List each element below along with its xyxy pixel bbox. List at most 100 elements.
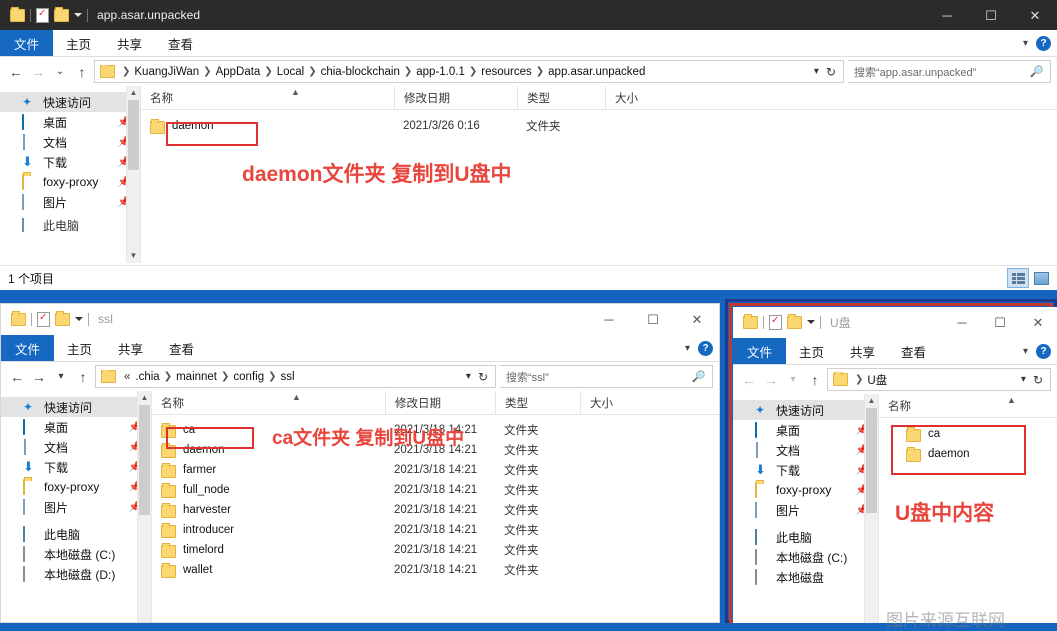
column-header-name[interactable]: 名称 ▲ (141, 86, 394, 109)
tab-view[interactable]: 查看 (155, 30, 206, 56)
sidebar-item-desktop[interactable]: 桌面 📌 (0, 112, 140, 132)
properties-icon[interactable] (769, 314, 782, 330)
sidebar-item-downloads[interactable]: ⬇ 下载 📌 (1, 457, 151, 477)
address-bar[interactable]: ❯ U盘 ▾ ↻ (827, 368, 1051, 391)
tab-view[interactable]: 查看 (156, 335, 207, 361)
file-name-cell[interactable]: ca (897, 426, 1057, 442)
ribbon-tabs[interactable]: 文件 主页 共享 查看 ▾ ? (1, 335, 719, 362)
refresh-icon[interactable]: ↻ (1033, 373, 1043, 387)
sidebar-item-quick-access[interactable]: ✦ 快速访问 (0, 92, 140, 112)
sidebar-item-foxy-proxy[interactable]: foxy-proxy 📌 (1, 477, 151, 497)
search-icon[interactable]: 🔍 (1030, 65, 1044, 78)
breadcrumb-item-4[interactable]: app-1.0.1 (416, 66, 465, 78)
close-button[interactable]: ✕ (1013, 0, 1057, 30)
chevron-down-icon[interactable]: ▾ (1021, 374, 1026, 385)
quick-access-toolbar[interactable] (733, 313, 821, 330)
tab-home[interactable]: 主页 (54, 335, 105, 361)
maximize-button[interactable]: ☐ (631, 304, 675, 334)
tab-file[interactable]: 文件 (1, 335, 55, 361)
file-name-cell[interactable]: introducer (152, 522, 385, 538)
breadcrumb-item-0[interactable]: KuangJiWan (134, 66, 199, 78)
breadcrumb[interactable]: « .chia ❯ mainnet ❯ config ❯ ssl (101, 370, 461, 383)
file-name-cell[interactable]: daemon (897, 446, 1057, 462)
ribbon-tabs[interactable]: 文件 主页 共享 查看 ▾ ? (733, 338, 1057, 365)
back-button[interactable]: ← (7, 370, 27, 384)
explorer-window-udisk[interactable]: U盘 ─ ☐ ✕ 文件 主页 共享 查看 ▾ ? ← → ▾ ↑ ❯ U盘 ▾ (733, 307, 1057, 623)
address-bar[interactable]: ❯ KuangJiWan ❯ AppData ❯ Local ❯ chia-bl… (94, 60, 844, 83)
ribbon-tabs[interactable]: 文件 主页 共享 查看 ▾ ? (0, 30, 1057, 57)
breadcrumb-overflow[interactable]: « (120, 371, 134, 383)
help-icon[interactable]: ? (698, 340, 713, 356)
window-controls[interactable]: ─ ☐ ✕ (587, 304, 719, 334)
recent-locations-button[interactable]: ⌄ (50, 66, 70, 77)
up-button[interactable]: ↑ (805, 373, 825, 387)
recent-locations-button[interactable]: ▾ (783, 374, 803, 385)
tab-view[interactable]: 查看 (888, 338, 939, 364)
navigation-pane[interactable]: ✦ 快速访问 桌面 📌 文档 📌 ⬇ 下载 📌 foxy-proxy 📌 图片 … (733, 394, 878, 623)
sidebar-item-documents[interactable]: 文档 📌 (1, 437, 151, 457)
tab-share[interactable]: 共享 (105, 335, 156, 361)
breadcrumb-item-2[interactable]: Local (277, 66, 305, 78)
refresh-icon[interactable]: ↻ (826, 65, 836, 79)
scrollbar-thumb[interactable] (128, 100, 139, 170)
recent-locations-button[interactable]: ▾ (51, 371, 71, 382)
chevron-down-icon[interactable] (75, 317, 83, 321)
sidebar-item-desktop[interactable]: 桌面 📌 (1, 417, 151, 437)
tab-home[interactable]: 主页 (53, 30, 104, 56)
column-header-size[interactable]: 大小 (580, 391, 650, 414)
chevron-down-icon[interactable]: ▾ (685, 343, 690, 354)
table-row[interactable]: introducer 2021/3/18 14:21 文件夹 (152, 520, 719, 540)
folder-icon[interactable] (743, 313, 758, 329)
scrollbar-thumb[interactable] (866, 408, 877, 513)
table-row[interactable]: daemon 2021/3/26 0:16 文件夹 (141, 116, 1057, 136)
column-headers[interactable]: 名称 ▲ (879, 394, 1057, 418)
scroll-up-icon[interactable]: ▲ (865, 394, 878, 408)
scroll-down-icon[interactable]: ▼ (127, 249, 140, 263)
explorer-window-app-asar-unpacked[interactable]: app.asar.unpacked ─ ☐ ✕ 文件 主页 共享 查看 ▾ ? … (0, 0, 1057, 290)
file-name-cell[interactable]: full_node (152, 482, 385, 498)
details-view-icon[interactable] (1007, 268, 1029, 288)
scroll-up-icon[interactable]: ▲ (127, 86, 140, 100)
table-row[interactable]: full_node 2021/3/18 14:21 文件夹 (152, 480, 719, 500)
help-icon[interactable]: ? (1036, 343, 1051, 359)
chevron-down-icon[interactable]: ▾ (1023, 346, 1028, 357)
titlebar[interactable]: U盘 ─ ☐ ✕ (733, 307, 1057, 338)
sidebar-item-local-disk-d[interactable]: 本地磁盘 (D:) (1, 564, 151, 584)
sidebar-item-pictures[interactable]: 图片 📌 (1, 497, 151, 517)
refresh-icon[interactable]: ↻ (478, 370, 488, 384)
minimize-button[interactable]: ─ (943, 307, 981, 337)
minimize-button[interactable]: ─ (587, 304, 631, 334)
window-controls[interactable]: ─ ☐ ✕ (925, 0, 1057, 30)
explorer-window-ssl[interactable]: ssl ─ ☐ ✕ 文件 主页 共享 查看 ▾ ? ← → ▾ ↑ « .chi… (0, 303, 720, 623)
table-row[interactable]: farmer 2021/3/18 14:21 文件夹 (152, 460, 719, 480)
breadcrumb[interactable]: ❯ KuangJiWan ❯ AppData ❯ Local ❯ chia-bl… (100, 65, 809, 78)
minimize-button[interactable]: ─ (925, 0, 969, 30)
titlebar[interactable]: app.asar.unpacked ─ ☐ ✕ (0, 0, 1057, 30)
large-icons-view-icon[interactable] (1031, 269, 1051, 287)
properties-icon[interactable] (36, 7, 49, 23)
maximize-button[interactable]: ☐ (969, 0, 1013, 30)
sidebar-item-pictures[interactable]: 图片 📌 (733, 500, 878, 520)
sidebar-item-this-pc[interactable]: 此电脑 (0, 218, 140, 232)
navpane-scrollbar[interactable]: ▲ ▼ (126, 86, 140, 263)
sidebar-item-this-pc[interactable]: 此电脑 (733, 527, 878, 547)
forward-button[interactable]: → (28, 65, 48, 79)
address-bar-row[interactable]: ← → ▾ ↑ ❯ U盘 ▾ ↻ (733, 365, 1057, 394)
close-button[interactable]: ✕ (1019, 307, 1057, 337)
sidebar-item-pictures[interactable]: 图片 📌 (0, 192, 140, 212)
tab-home[interactable]: 主页 (786, 338, 837, 364)
column-headers[interactable]: 名称 ▲ 修改日期 类型 大小 (152, 391, 719, 415)
new-folder-icon[interactable] (54, 6, 69, 22)
tab-file[interactable]: 文件 (0, 30, 54, 56)
file-name-cell[interactable]: timelord (152, 542, 385, 558)
file-name-cell[interactable]: daemon (141, 118, 394, 134)
breadcrumb-item-5[interactable]: resources (481, 66, 532, 78)
tab-share[interactable]: 共享 (837, 338, 888, 364)
sidebar-item-quick-access[interactable]: ✦ 快速访问 (1, 397, 151, 417)
sidebar-item-this-pc[interactable]: 此电脑 (1, 524, 151, 544)
up-button[interactable]: ↑ (73, 370, 93, 384)
breadcrumb-item-0[interactable]: U盘 (867, 372, 887, 388)
quick-access-toolbar[interactable] (1, 310, 89, 327)
table-row[interactable]: ca (897, 424, 1057, 444)
chevron-down-icon[interactable]: ▾ (1023, 38, 1028, 49)
